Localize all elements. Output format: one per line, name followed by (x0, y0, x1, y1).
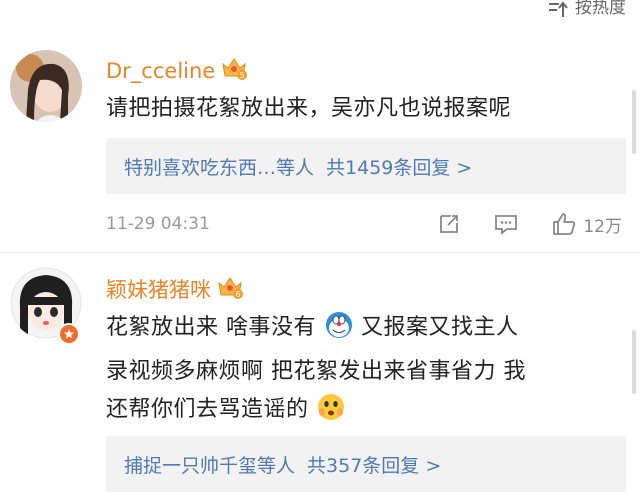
reply-preview-box[interactable]: 捕捉一只帅千玺等人 共357条回复 > (106, 436, 626, 492)
username[interactable]: 颖妹猪猪咪 6 (106, 274, 243, 304)
vip-crown-icon: 6 (217, 275, 243, 304)
scrollbar[interactable] (632, 330, 636, 394)
comment-icon (495, 215, 518, 235)
comment-item: Dr_cceline 5 请把拍摄花絮放出来，吴亦凡也说报案呢 特别喜欢吃东西…… (0, 0, 640, 250)
vip-level: 5 (240, 71, 245, 80)
share-icon (440, 215, 459, 233)
username[interactable]: Dr_cceline 5 (106, 56, 248, 85)
scrollbar[interactable] (632, 90, 636, 154)
thumbs-up-icon (553, 213, 576, 235)
like-button[interactable]: 12万 (551, 211, 622, 237)
vip-level: 6 (235, 290, 240, 299)
comment-item: 颖妹猪猪咪 6 花絮放出来 啥事没有 又报案又找主人 录视频多麻烦啊 把花絮发出… (0, 253, 640, 492)
share-button[interactable] (437, 212, 461, 236)
reply-count-link: 共1459条回复 > (326, 156, 473, 179)
comment-time: 11-29 04:31 (106, 214, 210, 234)
vip-crown-icon: 5 (221, 56, 248, 85)
reply-count-link: 共357条回复 > (307, 454, 442, 477)
like-count: 12万 (583, 216, 622, 237)
verified-badge-icon (58, 323, 80, 345)
doraemon-emoji-icon (324, 310, 354, 353)
comment-button[interactable] (493, 212, 519, 236)
comment-text: 花絮放出来 啥事没有 又报案又找主人 录视频多麻烦啊 把花絮发出来省事省力 我 … (106, 309, 626, 435)
reply-preview-box[interactable]: 特别喜欢吃东西…等人 共1459条回复 > (106, 138, 626, 194)
comment-meta: 11-29 04:31 12万 (106, 209, 622, 239)
comment-text: 请把拍摄花絮放出来，吴亦凡也说报案呢 (106, 96, 512, 121)
avatar[interactable] (10, 50, 82, 122)
reply-preview-users: 特别喜欢吃东西…等人 (124, 156, 315, 179)
reply-preview-users: 捕捉一只帅千玺等人 (124, 454, 296, 477)
scared-face-emoji-icon (316, 392, 346, 435)
